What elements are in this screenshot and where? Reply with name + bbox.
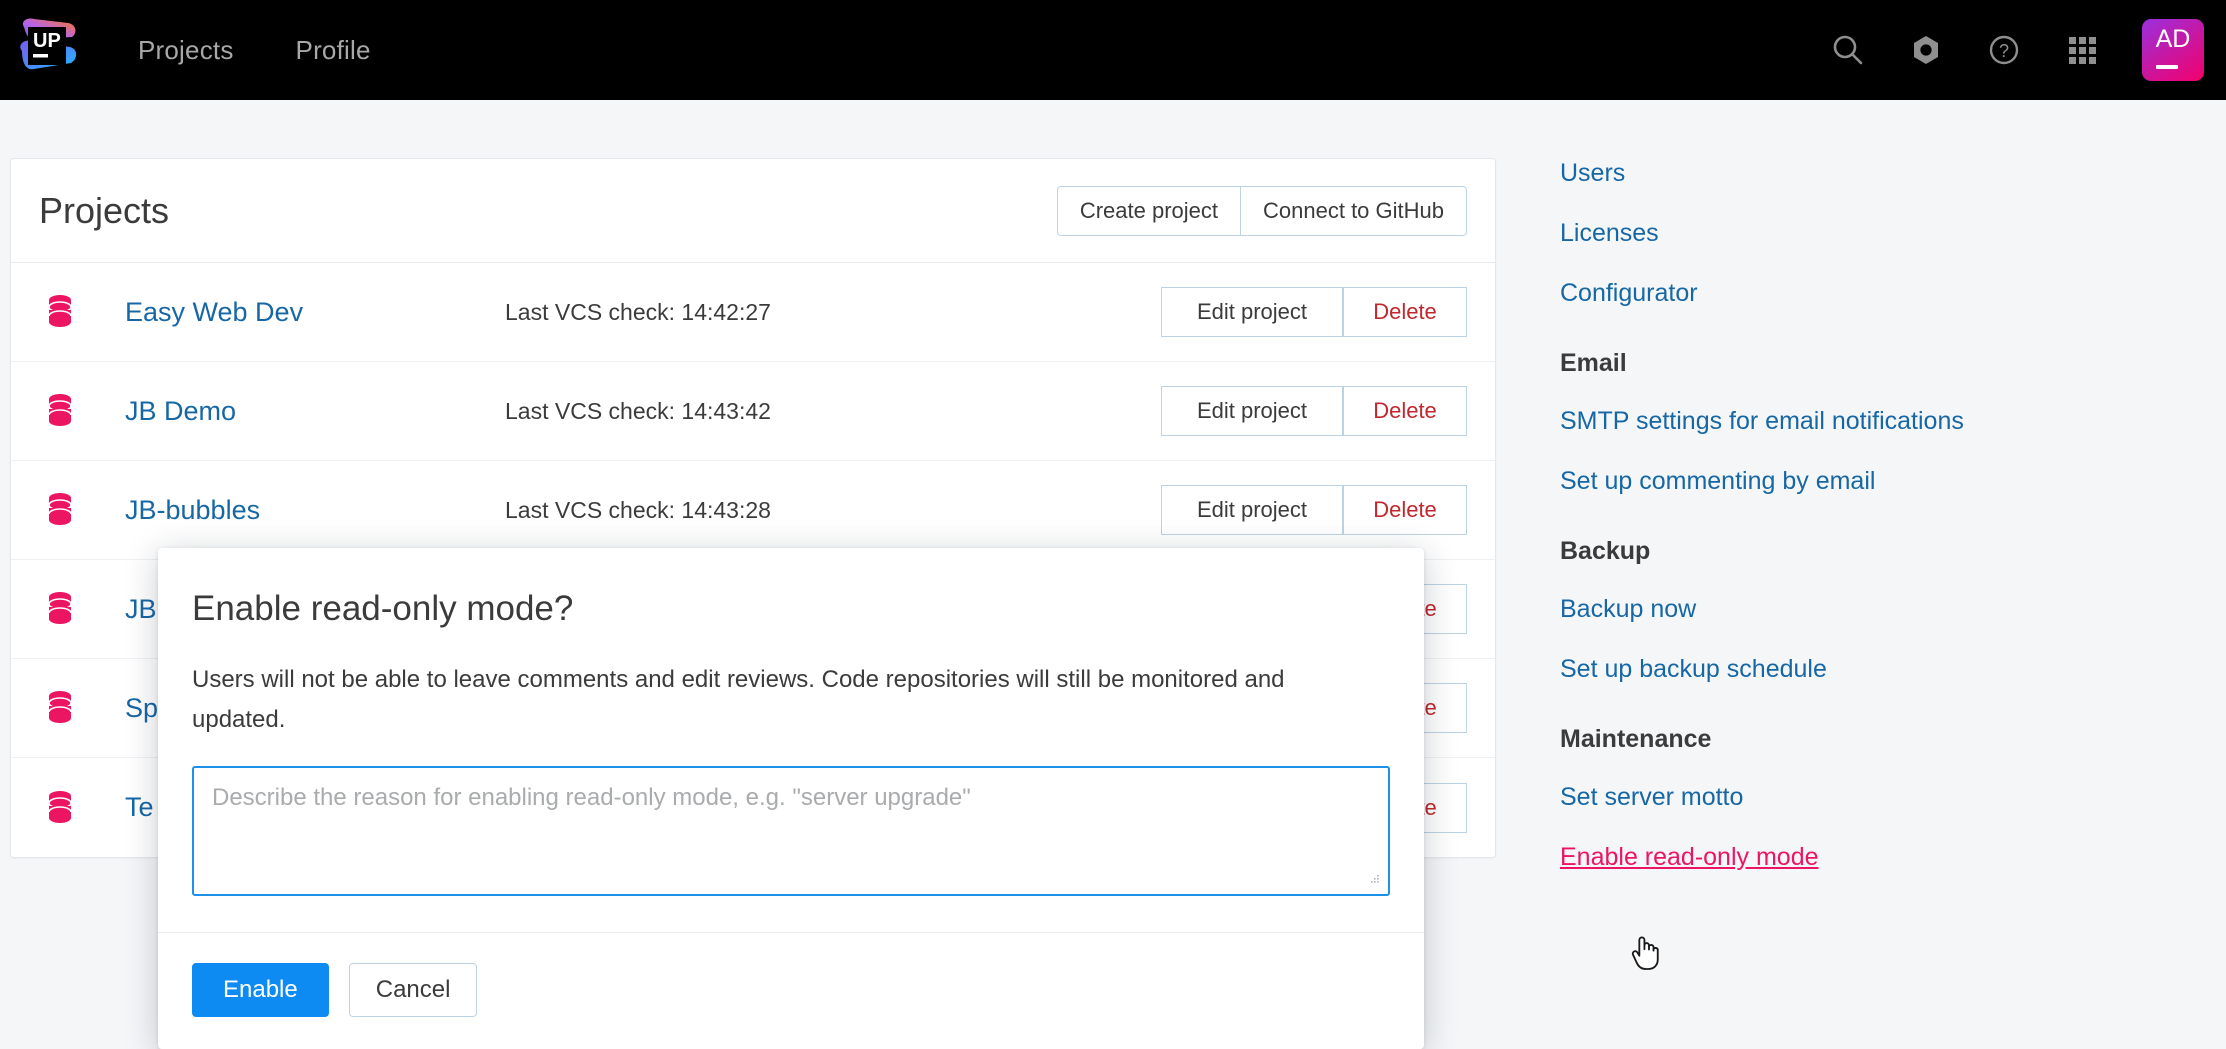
database-icon-glyph <box>45 591 75 627</box>
database-icon-glyph <box>45 492 75 528</box>
delete-project-button[interactable]: Delete <box>1343 485 1467 535</box>
database-icon-glyph <box>45 393 75 429</box>
sidebar-item-backup-now[interactable]: Backup now <box>1560 594 2160 624</box>
enable-button[interactable]: Enable <box>192 963 329 1017</box>
project-name-link[interactable]: JB Demo <box>125 396 505 427</box>
apps-grid-icon[interactable] <box>2050 18 2114 82</box>
table-row: JB-bubblesLast VCS check: 14:43:28 Edit p… <box>11 461 1495 560</box>
panel-header-actions: Create project Connect to GitHub <box>1057 186 1467 236</box>
reason-textarea[interactable] <box>192 766 1390 896</box>
sidebar-item-configurator[interactable]: Configurator <box>1560 278 2160 308</box>
sidebar-item-licenses[interactable]: Licenses <box>1560 218 2160 248</box>
project-vcs-status: Last VCS check: 14:43:42 <box>505 398 935 425</box>
sidebar-item-set-up-backup-schedule[interactable]: Set up backup schedule <box>1560 654 2160 684</box>
sidebar-item-enable-read-only-mode[interactable]: Enable read-only mode <box>1560 842 2160 872</box>
primary-nav-links: Projects Profile <box>138 35 433 65</box>
edit-project-button[interactable]: Edit project <box>1161 485 1343 535</box>
search-icon-glyph <box>1830 32 1866 68</box>
sidebar-section-heading: Backup <box>1560 536 2160 566</box>
dialog-footer: Enable Cancel <box>158 932 1424 1049</box>
settings-icon[interactable] <box>1894 18 1958 82</box>
nav-link-profile[interactable]: Profile <box>296 35 371 65</box>
project-database-icon <box>33 294 87 330</box>
project-database-icon <box>33 591 87 627</box>
project-name-link[interactable]: Easy Web Dev <box>125 297 505 328</box>
read-only-mode-dialog: Enable read-only mode? Users will not be… <box>158 548 1424 1049</box>
cancel-button[interactable]: Cancel <box>349 963 478 1017</box>
help-icon[interactable]: ? <box>1972 18 2036 82</box>
sidebar-item-set-server-motto[interactable]: Set server motto <box>1560 782 2160 812</box>
upsource-logo-icon: UP <box>12 13 86 87</box>
sidebar-section-heading: Email <box>1560 348 2160 378</box>
nav-right-actions: ? AD <box>1802 18 2204 82</box>
avatar-underscore <box>2156 65 2178 69</box>
projects-panel-header: Projects Create project Connect to GitHu… <box>11 159 1495 263</box>
connect-to-github-button[interactable]: Connect to GitHub <box>1241 186 1467 236</box>
project-vcs-status: Last VCS check: 14:42:27 <box>505 299 935 326</box>
delete-project-button[interactable]: Delete <box>1343 287 1467 337</box>
user-avatar[interactable]: AD <box>2142 19 2204 81</box>
project-database-icon <box>33 690 87 726</box>
project-database-icon <box>33 492 87 528</box>
project-row-actions: Edit projectDelete <box>1161 386 1467 436</box>
sidebar-item-set-up-commenting-by-email[interactable]: Set up commenting by email <box>1560 466 2160 496</box>
delete-project-button[interactable]: Delete <box>1343 386 1467 436</box>
database-icon-glyph <box>45 294 75 330</box>
search-icon[interactable] <box>1816 18 1880 82</box>
mouse-cursor-pointer <box>1628 932 1662 972</box>
project-name-link[interactable]: JB-bubbles <box>125 495 505 526</box>
page-title: Projects <box>39 190 169 232</box>
project-vcs-status: Last VCS check: 14:43:28 <box>505 497 935 524</box>
table-row: JB DemoLast VCS check: 14:43:42 Edit proj… <box>11 362 1495 461</box>
project-row-actions: Edit projectDelete <box>1161 485 1467 535</box>
table-row: Easy Web DevLast VCS check: 14:42:27 Edit… <box>11 263 1495 362</box>
project-database-icon <box>33 790 87 826</box>
project-row-actions: Edit projectDelete <box>1161 287 1467 337</box>
database-icon-glyph <box>45 690 75 726</box>
apps-grid-icon-glyph <box>2064 32 2100 68</box>
svg-text:UP: UP <box>33 30 61 52</box>
edit-project-button[interactable]: Edit project <box>1161 386 1343 436</box>
help-icon-glyph: ? <box>1986 32 2022 68</box>
nav-link-projects[interactable]: Projects <box>138 35 234 65</box>
upsource-logo[interactable]: UP <box>12 13 86 87</box>
project-database-icon <box>33 393 87 429</box>
dialog-body: Enable read-only mode? Users will not be… <box>158 548 1424 896</box>
svg-text:?: ? <box>1999 41 2009 61</box>
edit-project-button[interactable]: Edit project <box>1161 287 1343 337</box>
dialog-title: Enable read-only mode? <box>192 588 1390 630</box>
sidebar-section-heading: Maintenance <box>1560 724 2160 754</box>
database-icon-glyph <box>45 790 75 826</box>
sidebar-item-smtp-settings-for-email-notifications[interactable]: SMTP settings for email notifications <box>1560 406 2160 436</box>
create-project-button[interactable]: Create project <box>1057 186 1241 236</box>
admin-sidebar: Users Licenses Configurator Email SMTP setti… <box>1560 158 2160 902</box>
page-content: Projects Create project Connect to GitHu… <box>0 100 2226 1036</box>
reason-textarea-wrapper <box>192 766 1390 896</box>
dialog-description: Users will not be able to leave comments… <box>192 660 1382 740</box>
sidebar-item-users[interactable]: Users <box>1560 158 2160 188</box>
top-navigation-bar: UP Projects Profile ? <box>0 0 2226 100</box>
settings-icon-glyph <box>1908 32 1944 68</box>
avatar-initials: AD <box>2142 25 2204 53</box>
